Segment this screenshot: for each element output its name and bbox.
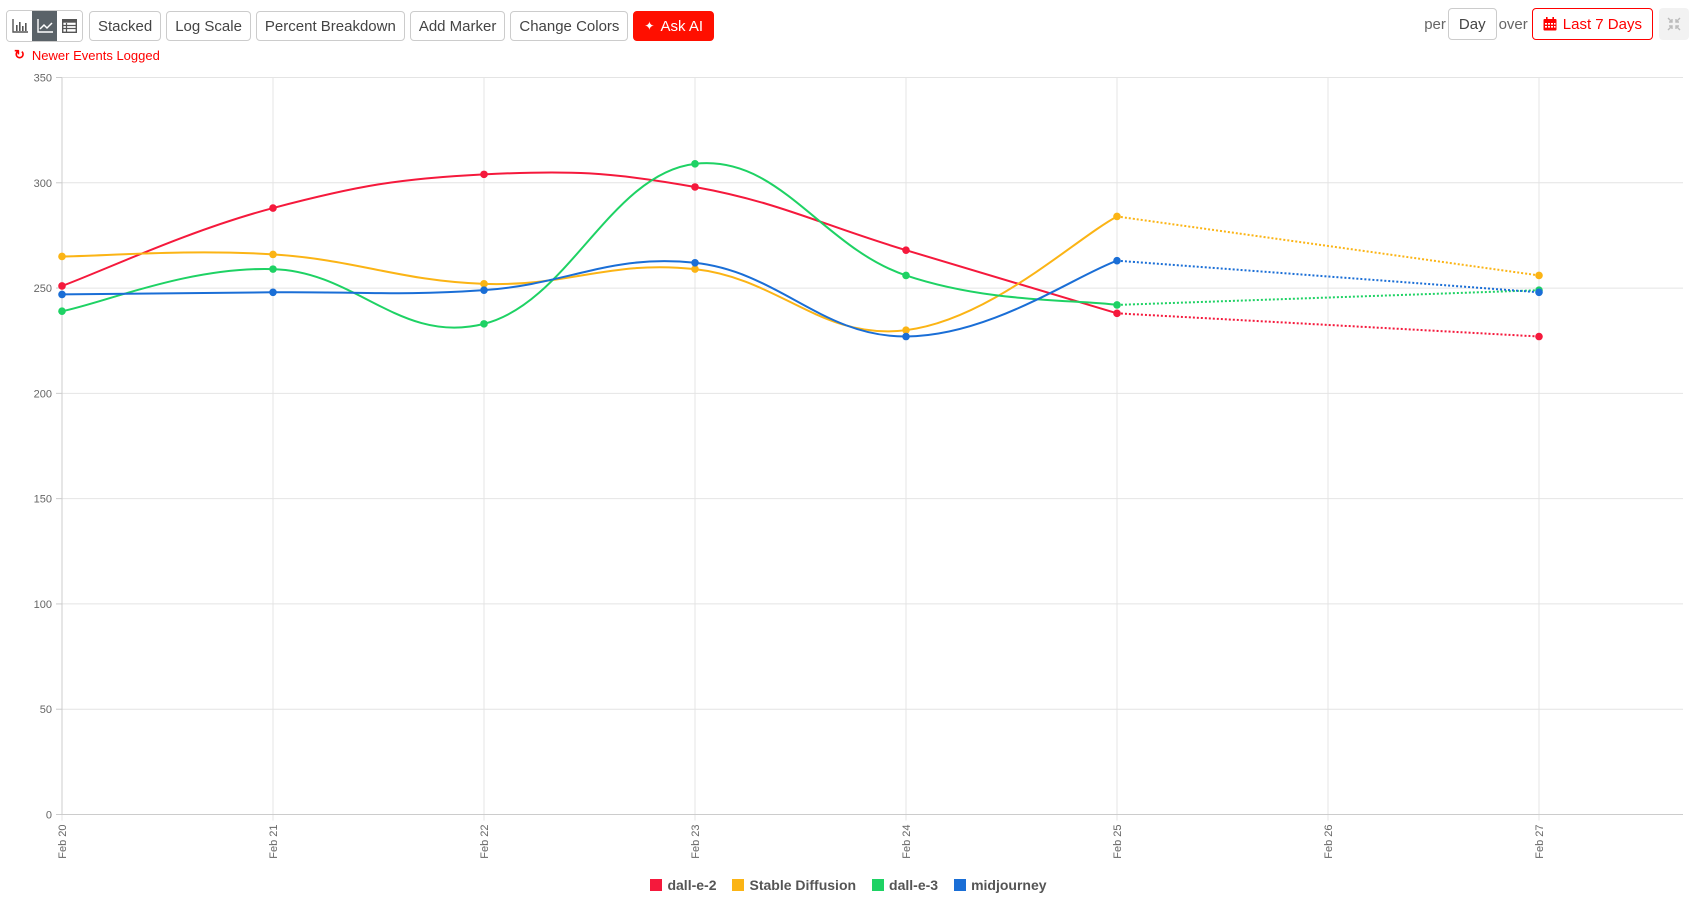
data-point[interactable]	[58, 290, 66, 299]
y-tick-label: 100	[34, 599, 52, 611]
legend-item[interactable]: dall-e-2	[650, 877, 716, 893]
legend-item[interactable]: dall-e-3	[872, 877, 938, 893]
legend-swatch	[872, 879, 885, 891]
legend-item[interactable]: midjourney	[954, 877, 1047, 893]
data-point[interactable]	[1535, 271, 1543, 280]
x-tick-label: Feb 21	[268, 825, 280, 859]
data-point[interactable]	[902, 246, 910, 254]
series-line-dall-e-3	[61, 162, 1118, 329]
x-tick-label: Feb 24	[901, 825, 913, 859]
data-point[interactable]	[691, 183, 699, 191]
data-point[interactable]	[1113, 256, 1121, 265]
y-tick-label: 50	[40, 704, 52, 716]
chart-legend: dall-e-2 Stable Diffusion dall-e-3 midjourn…	[0, 877, 1697, 893]
data-point[interactable]	[691, 160, 699, 168]
x-tick-label: Feb 26	[1323, 825, 1335, 859]
legend-label: dall-e-3	[889, 877, 939, 893]
legend-label: midjourney	[971, 877, 1047, 893]
line-chart: 0 50 100 150 200 250 300 350 Feb 20 Feb 21 Feb 22 F…	[34, 73, 1683, 859]
legend-swatch	[650, 879, 663, 891]
y-tick-label: 200	[34, 388, 52, 400]
data-point[interactable]	[269, 204, 277, 212]
legend-label: dall-e-2	[667, 877, 717, 893]
data-point[interactable]	[1113, 212, 1121, 221]
data-point[interactable]	[902, 332, 910, 341]
x-tick-label: Feb 23	[690, 825, 702, 859]
data-point[interactable]	[58, 282, 66, 290]
y-tick-label: 150	[34, 494, 52, 506]
data-point[interactable]	[58, 307, 66, 316]
legend-label: Stable Diffusion	[749, 877, 857, 893]
x-tick-label: Feb 25	[1112, 825, 1124, 859]
y-tick-label: 350	[34, 73, 52, 85]
data-point[interactable]	[1113, 309, 1121, 318]
data-point[interactable]	[58, 252, 66, 261]
data-point[interactable]	[269, 288, 277, 297]
x-tick-label: Feb 20	[57, 825, 69, 859]
data-point[interactable]	[1113, 301, 1121, 309]
data-point[interactable]	[691, 259, 699, 267]
y-tick-label: 250	[34, 283, 52, 295]
y-tick-label: 0	[46, 810, 52, 822]
x-tick-label: Feb 22	[479, 825, 491, 859]
data-point[interactable]	[1535, 332, 1543, 341]
series-line-stable-diffusion	[61, 215, 1118, 333]
legend-swatch	[732, 879, 745, 891]
legend-item[interactable]: Stable Diffusion	[732, 877, 856, 893]
y-tick-label: 300	[34, 178, 52, 190]
data-point[interactable]	[269, 265, 277, 273]
data-point[interactable]	[480, 320, 488, 328]
data-point[interactable]	[269, 250, 277, 259]
x-tick-label: Feb 27	[1534, 825, 1546, 859]
data-point[interactable]	[480, 170, 488, 179]
data-point[interactable]	[1535, 288, 1543, 297]
data-point[interactable]	[480, 286, 488, 294]
legend-swatch	[954, 879, 967, 891]
data-point[interactable]	[902, 271, 910, 280]
